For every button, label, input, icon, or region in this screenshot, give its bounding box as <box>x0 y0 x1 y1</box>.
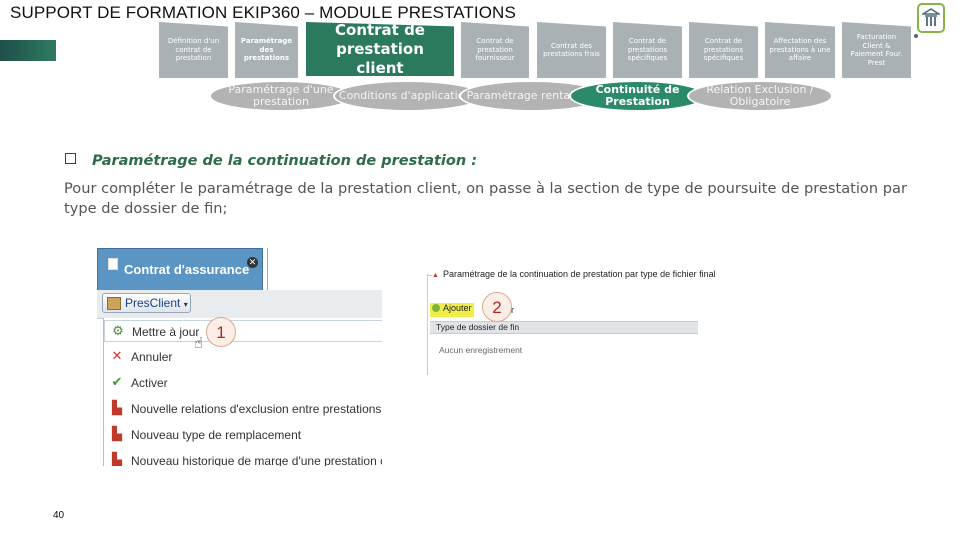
screenshot-contrat-assurance: Contrat d'assurance ✕ PresClient ▾ ⚙ Met… <box>97 244 382 466</box>
collapse-triangle-icon: ▲ <box>432 272 439 279</box>
checkbox-bullet-icon <box>65 153 76 164</box>
plus-icon <box>432 304 440 312</box>
add-doc-icon: ▙ <box>112 453 122 467</box>
presclient-dropdown-button[interactable]: PresClient ▾ <box>102 293 191 313</box>
substep-continuite-prestation: Continuité de Prestation <box>569 80 706 112</box>
add-button-label: Ajouter <box>443 303 472 313</box>
add-doc-icon: ▙ <box>112 401 122 416</box>
company-logo <box>917 3 945 33</box>
add-doc-icon: ▙ <box>112 427 122 442</box>
section-heading: Paramétrage de la continuation de presta… <box>65 153 477 169</box>
menu-item-mettre-a-jour[interactable]: ⚙ Mettre à jour <box>104 320 382 342</box>
substep-relation-exclusion: Relation Exclusion / Obligatoire <box>687 80 833 112</box>
presclient-label-text: PresClient <box>125 296 181 310</box>
step-affectation: Affectation des prestations à une affair… <box>765 22 835 78</box>
callout-badge-2: 2 <box>482 292 512 322</box>
menu-item-label: Nouveau type de remplacement <box>131 428 302 442</box>
section-body-text: Pour compléter le paramétrage de la pres… <box>64 180 907 217</box>
column-header-type-dossier[interactable]: Type de dossier de fin <box>430 321 698 334</box>
folder-icon <box>107 297 121 310</box>
tab-separator <box>267 248 268 290</box>
step-contrat-frais: Contrat des prestations frais <box>537 22 606 78</box>
menu-item-label: Annuler <box>131 350 173 364</box>
step-facturation: Facturation Client & Paiement Four. Pres… <box>842 22 911 78</box>
document-title: SUPPORT DE FORMATION EKIP360 – MODULE PR… <box>10 3 516 22</box>
menu-item-annuler[interactable]: ✕ Annuler <box>104 346 382 368</box>
menu-item-activer[interactable]: ✔ Activer <box>104 372 382 394</box>
step-contrat-specifiques-1: Contrat de prestations spécifiques <box>613 22 682 78</box>
close-icon[interactable]: ✕ <box>247 257 258 268</box>
section-title[interactable]: ▲ Paramétrage de la continuation de prest… <box>432 269 720 279</box>
step-contrat-fournisseur: Contrat de prestation fournisseur <box>461 22 529 78</box>
menu-item-label: Mettre à jour <box>132 325 200 339</box>
hand-cursor-icon: ☝ <box>194 334 204 352</box>
add-button[interactable]: Ajouter <box>430 303 474 317</box>
substep-parametrage-prestation: Paramétrage d'une prestation <box>209 80 353 112</box>
tab-label: Contrat d'assurance <box>124 262 250 277</box>
screenshot-parametrage-continuation: ▲ Paramétrage de la continuation de prest… <box>425 265 720 375</box>
document-icon <box>108 258 118 270</box>
menu-item-nouvelle-relations[interactable]: ▙ Nouvelle relations d'exclusion entre p… <box>104 398 382 420</box>
cross-icon: ✕ <box>111 349 123 364</box>
page-number: 40 <box>53 510 65 521</box>
logo-dot <box>914 34 918 38</box>
tab-bar: Contrat d'assurance ✕ <box>97 244 382 291</box>
chevron-down-icon: ▾ <box>183 300 188 309</box>
tab-contrat-assurance[interactable]: Contrat d'assurance ✕ <box>97 248 263 290</box>
section-title-text: Paramétrage de la continuation de presta… <box>442 269 716 279</box>
step-parametrage-prestations: Paramétrage des prestations <box>235 22 298 78</box>
step-definition-contrat: Définition d'un contrat de prestation <box>159 22 228 78</box>
step-contrat-specifiques-2: Contrat de prestations spécifiques <box>689 22 758 78</box>
step-contrat-prestation-client: Contrat de prestation client <box>306 22 454 76</box>
empty-records-text: Aucun enregistrement <box>439 345 523 355</box>
toolbar: PresClient ▾ <box>97 290 382 319</box>
menu-item-nouveau-historique[interactable]: ▙ Nouveau historique de marge d'une pres… <box>104 450 382 467</box>
presclient-label: PresClient ▾ <box>125 296 188 310</box>
check-icon: ✔ <box>111 375 123 390</box>
menu-item-label: Activer <box>131 376 168 390</box>
gear-update-icon: ⚙ <box>112 324 124 339</box>
menu-item-label: Nouvelle relations d'exclusion entre pre… <box>131 402 382 416</box>
brand-accent-bar <box>0 40 56 61</box>
menu-item-nouveau-remplacement[interactable]: ▙ Nouveau type de remplacement <box>104 424 382 446</box>
section-heading-text: Paramétrage de la continuation de presta… <box>92 153 478 169</box>
callout-badge-1: 1 <box>206 317 236 347</box>
pillars-icon <box>922 8 940 26</box>
menu-item-label: Nouveau historique de marge d'une presta… <box>131 454 382 466</box>
presclient-menu: ⚙ Mettre à jour ✕ Annuler ✔ Activer ▙ No… <box>103 318 382 466</box>
